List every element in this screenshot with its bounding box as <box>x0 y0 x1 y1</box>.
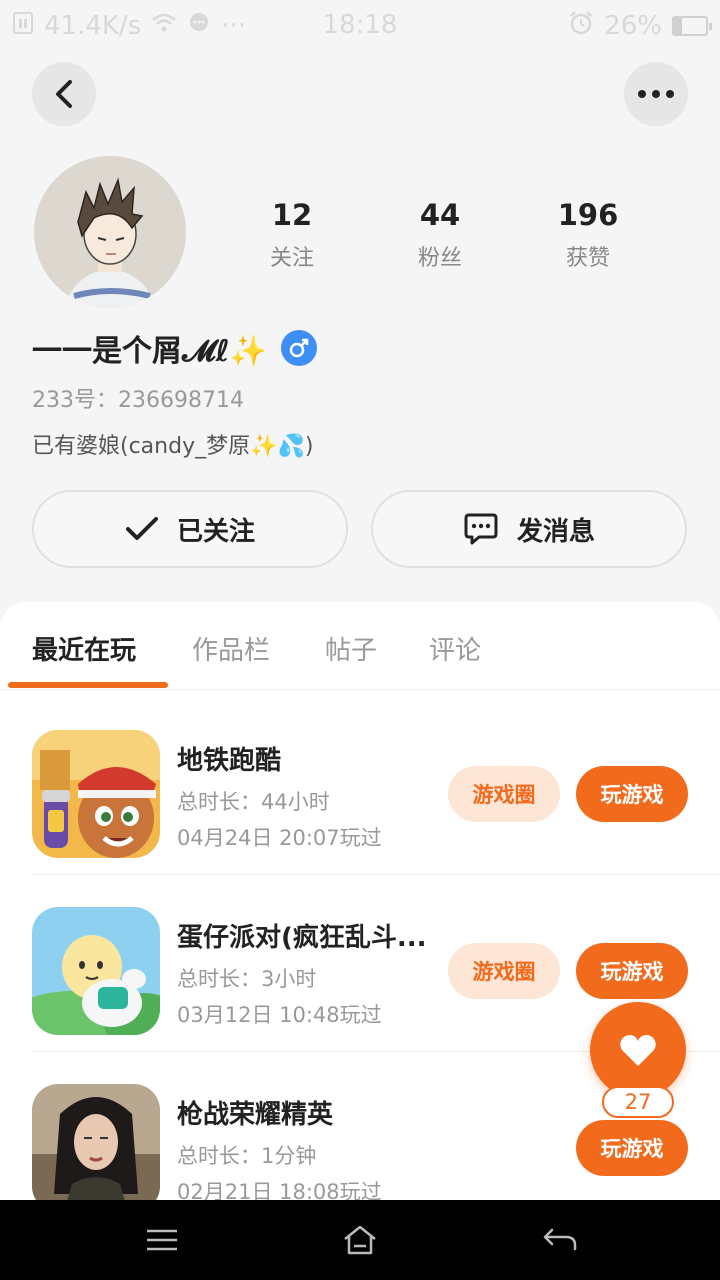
more-dots-icon <box>638 90 674 98</box>
send-message-label: 发消息 <box>516 516 595 547</box>
back-arrow-icon <box>543 1228 577 1251</box>
like-button[interactable] <box>590 1002 686 1098</box>
play-game-button[interactable]: 玩游戏 <box>576 1120 688 1176</box>
stat-following[interactable]: 12 关注 <box>232 198 352 272</box>
message-bubble-icon <box>464 513 498 545</box>
battery-icon <box>672 16 712 36</box>
game-last-played: 04月24日 20:07玩过 <box>177 826 382 850</box>
stat-fans-label: 粉丝 <box>417 246 462 271</box>
tab-works[interactable]: 作品栏 <box>192 630 270 667</box>
game-duration: 总时长：44小时 <box>177 790 330 814</box>
male-gender-icon <box>281 330 318 366</box>
home-button[interactable] <box>340 1220 380 1260</box>
stat-following-label: 关注 <box>269 246 314 271</box>
avatar[interactable] <box>34 156 186 308</box>
game-circle-button[interactable]: 游戏圈 <box>448 943 560 999</box>
status-time: 18:18 <box>322 10 398 40</box>
heart-icon <box>620 1035 656 1066</box>
back-nav-button[interactable] <box>540 1220 580 1260</box>
followed-button[interactable]: 已关注 <box>32 490 348 568</box>
home-icon <box>344 1225 376 1255</box>
stat-likes[interactable]: 196 获赞 <box>528 198 648 272</box>
back-button[interactable] <box>32 62 96 126</box>
checkmark-icon <box>125 517 158 540</box>
active-tab-indicator <box>8 682 168 688</box>
more-options-button[interactable] <box>624 62 688 126</box>
battery-fill <box>674 18 683 34</box>
game-icon-gun-glory-elite[interactable] <box>32 1084 160 1200</box>
game-row[interactable]: 地铁跑酷 总时长：44小时 04月24日 20:07玩过 游戏圈 玩游戏 <box>0 698 720 875</box>
bio: 已有婆娘(candy_梦原✨💦) <box>32 434 314 459</box>
tab-comments[interactable]: 评论 <box>429 630 481 667</box>
status-bar: 41.4K/s ··· 18:18 26% <box>0 0 720 52</box>
stat-fans[interactable]: 44 粉丝 <box>380 198 500 272</box>
tab-bar: 最近在玩 作品栏 帖子 评论 <box>0 602 720 690</box>
nickname-row: 一一是个屑𝓜ℓ✨ <box>32 326 318 370</box>
stat-likes-count: 196 <box>557 198 619 232</box>
game-duration: 总时长：1分钟 <box>177 1144 317 1168</box>
menu-lines-icon <box>147 1229 177 1251</box>
game-icon-eggy-party[interactable] <box>32 907 160 1035</box>
send-message-button[interactable]: 发消息 <box>371 490 687 568</box>
game-last-played: 02月21日 18:08玩过 <box>177 1180 382 1200</box>
game-circle-button[interactable]: 游戏圈 <box>448 766 560 822</box>
menu-button[interactable] <box>142 1220 182 1260</box>
play-game-button[interactable]: 玩游戏 <box>576 943 688 999</box>
game-last-played: 03月12日 10:48玩过 <box>177 1003 382 1027</box>
tab-recently-played[interactable]: 最近在玩 <box>32 630 136 667</box>
user-id: 233号：236698714 <box>32 388 244 413</box>
like-count: 27 <box>602 1086 674 1118</box>
game-name: 地铁跑酷 <box>177 746 282 776</box>
nickname: 一一是个屑𝓜ℓ✨ <box>32 334 268 369</box>
chevron-left-icon <box>56 80 72 108</box>
game-duration: 总时长：3小时 <box>177 967 317 991</box>
play-game-button[interactable]: 玩游戏 <box>576 766 688 822</box>
game-name: 枪战荣耀精英 <box>177 1100 334 1130</box>
game-name: 蛋仔派对(疯狂乱斗... <box>177 923 427 953</box>
stat-fans-count: 44 <box>419 198 461 232</box>
followed-label: 已关注 <box>176 516 255 547</box>
stat-likes-label: 获赞 <box>565 246 610 271</box>
game-icon-subway-surfers[interactable] <box>32 730 160 858</box>
tab-posts[interactable]: 帖子 <box>325 630 377 667</box>
navigation-bar <box>0 1200 720 1280</box>
stat-following-count: 12 <box>271 198 313 232</box>
